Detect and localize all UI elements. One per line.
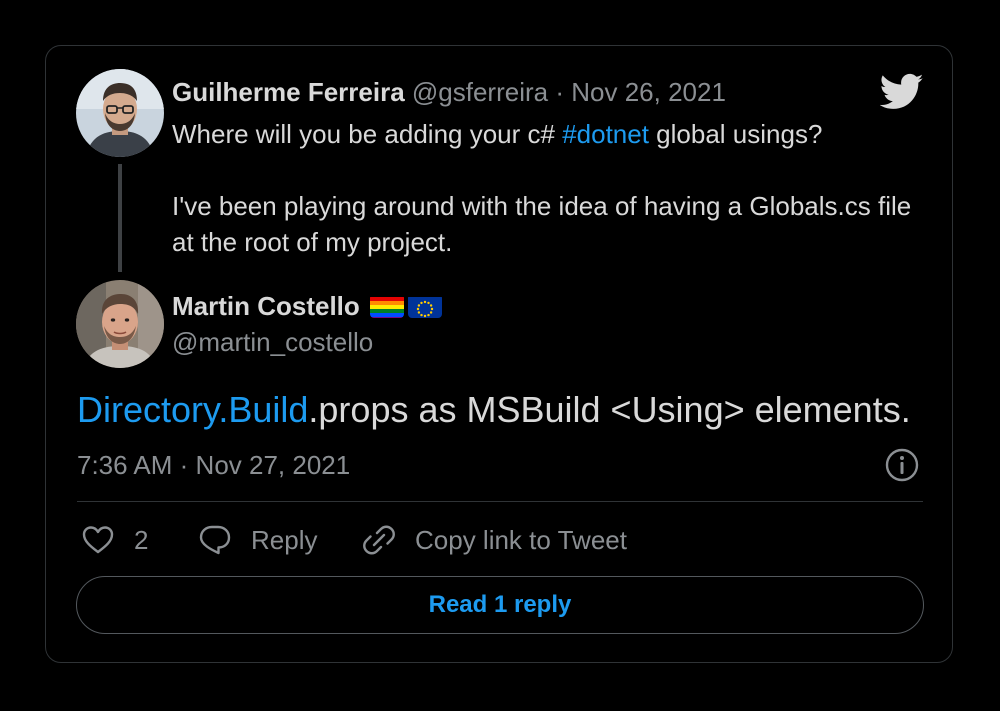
reply-label: Reply [251,524,318,555]
tweet-time: 7:36 AM [77,450,173,480]
copy-link-label: Copy link to Tweet [415,524,627,555]
quoted-author-handle[interactable]: @gsferreira [412,77,548,107]
header-separator: · [555,77,565,107]
author-handle[interactable]: @martin_costello [172,324,373,360]
divider [77,501,923,502]
speech-bubble-icon [197,522,233,558]
like-count: 2 [134,524,149,555]
read-reply-button[interactable]: Read 1 reply [76,576,924,634]
quoted-text-segment: Where will you be adding your c# [172,119,563,149]
info-icon[interactable] [884,447,920,483]
copy-link-button[interactable]: Copy link to Tweet [361,518,627,562]
eu-flag-icon [407,294,442,318]
tweet-text-rest: .props as MSBuild <Using> elements. [308,389,911,430]
timestamp-separator: · [179,450,189,480]
avatar-guilherme[interactable] [76,69,164,157]
heart-icon [80,522,116,558]
quoted-paragraph-1: Where will you be adding your c# #dotnet… [172,116,912,152]
hashtag-link[interactable]: #dotnet [562,119,649,149]
author-name-row: Martin Costello [172,288,442,324]
tweet-text-link[interactable]: Directory.Build [77,389,308,430]
rainbow-flag-icon [369,294,404,318]
link-icon [361,522,397,558]
thread-connector [118,164,122,272]
quoted-author-name[interactable]: Guilherme Ferreira [172,77,405,107]
quoted-paragraph-2: I've been playing around with the idea o… [172,191,912,257]
twitter-bird-icon[interactable] [879,73,924,111]
reply-button[interactable]: Reply [197,518,317,562]
avatar-martin[interactable] [76,280,164,368]
tweet-timestamp[interactable]: 7:36 AM · Nov 27, 2021 [77,448,350,482]
quoted-text-segment: global usings? [648,119,823,149]
like-button[interactable]: 2 [80,518,148,562]
tweet-date: Nov 27, 2021 [195,450,351,480]
quoted-tweet-header: Guilherme Ferreira @gsferreira · Nov 26,… [172,76,726,108]
quoted-tweet-text: Where will you be adding your c# #dotnet… [172,116,912,260]
author-name[interactable]: Martin Costello [172,288,360,324]
quoted-tweet-date[interactable]: Nov 26, 2021 [571,77,726,107]
tweet-text: Directory.Build.props as MSBuild <Using>… [77,388,911,432]
